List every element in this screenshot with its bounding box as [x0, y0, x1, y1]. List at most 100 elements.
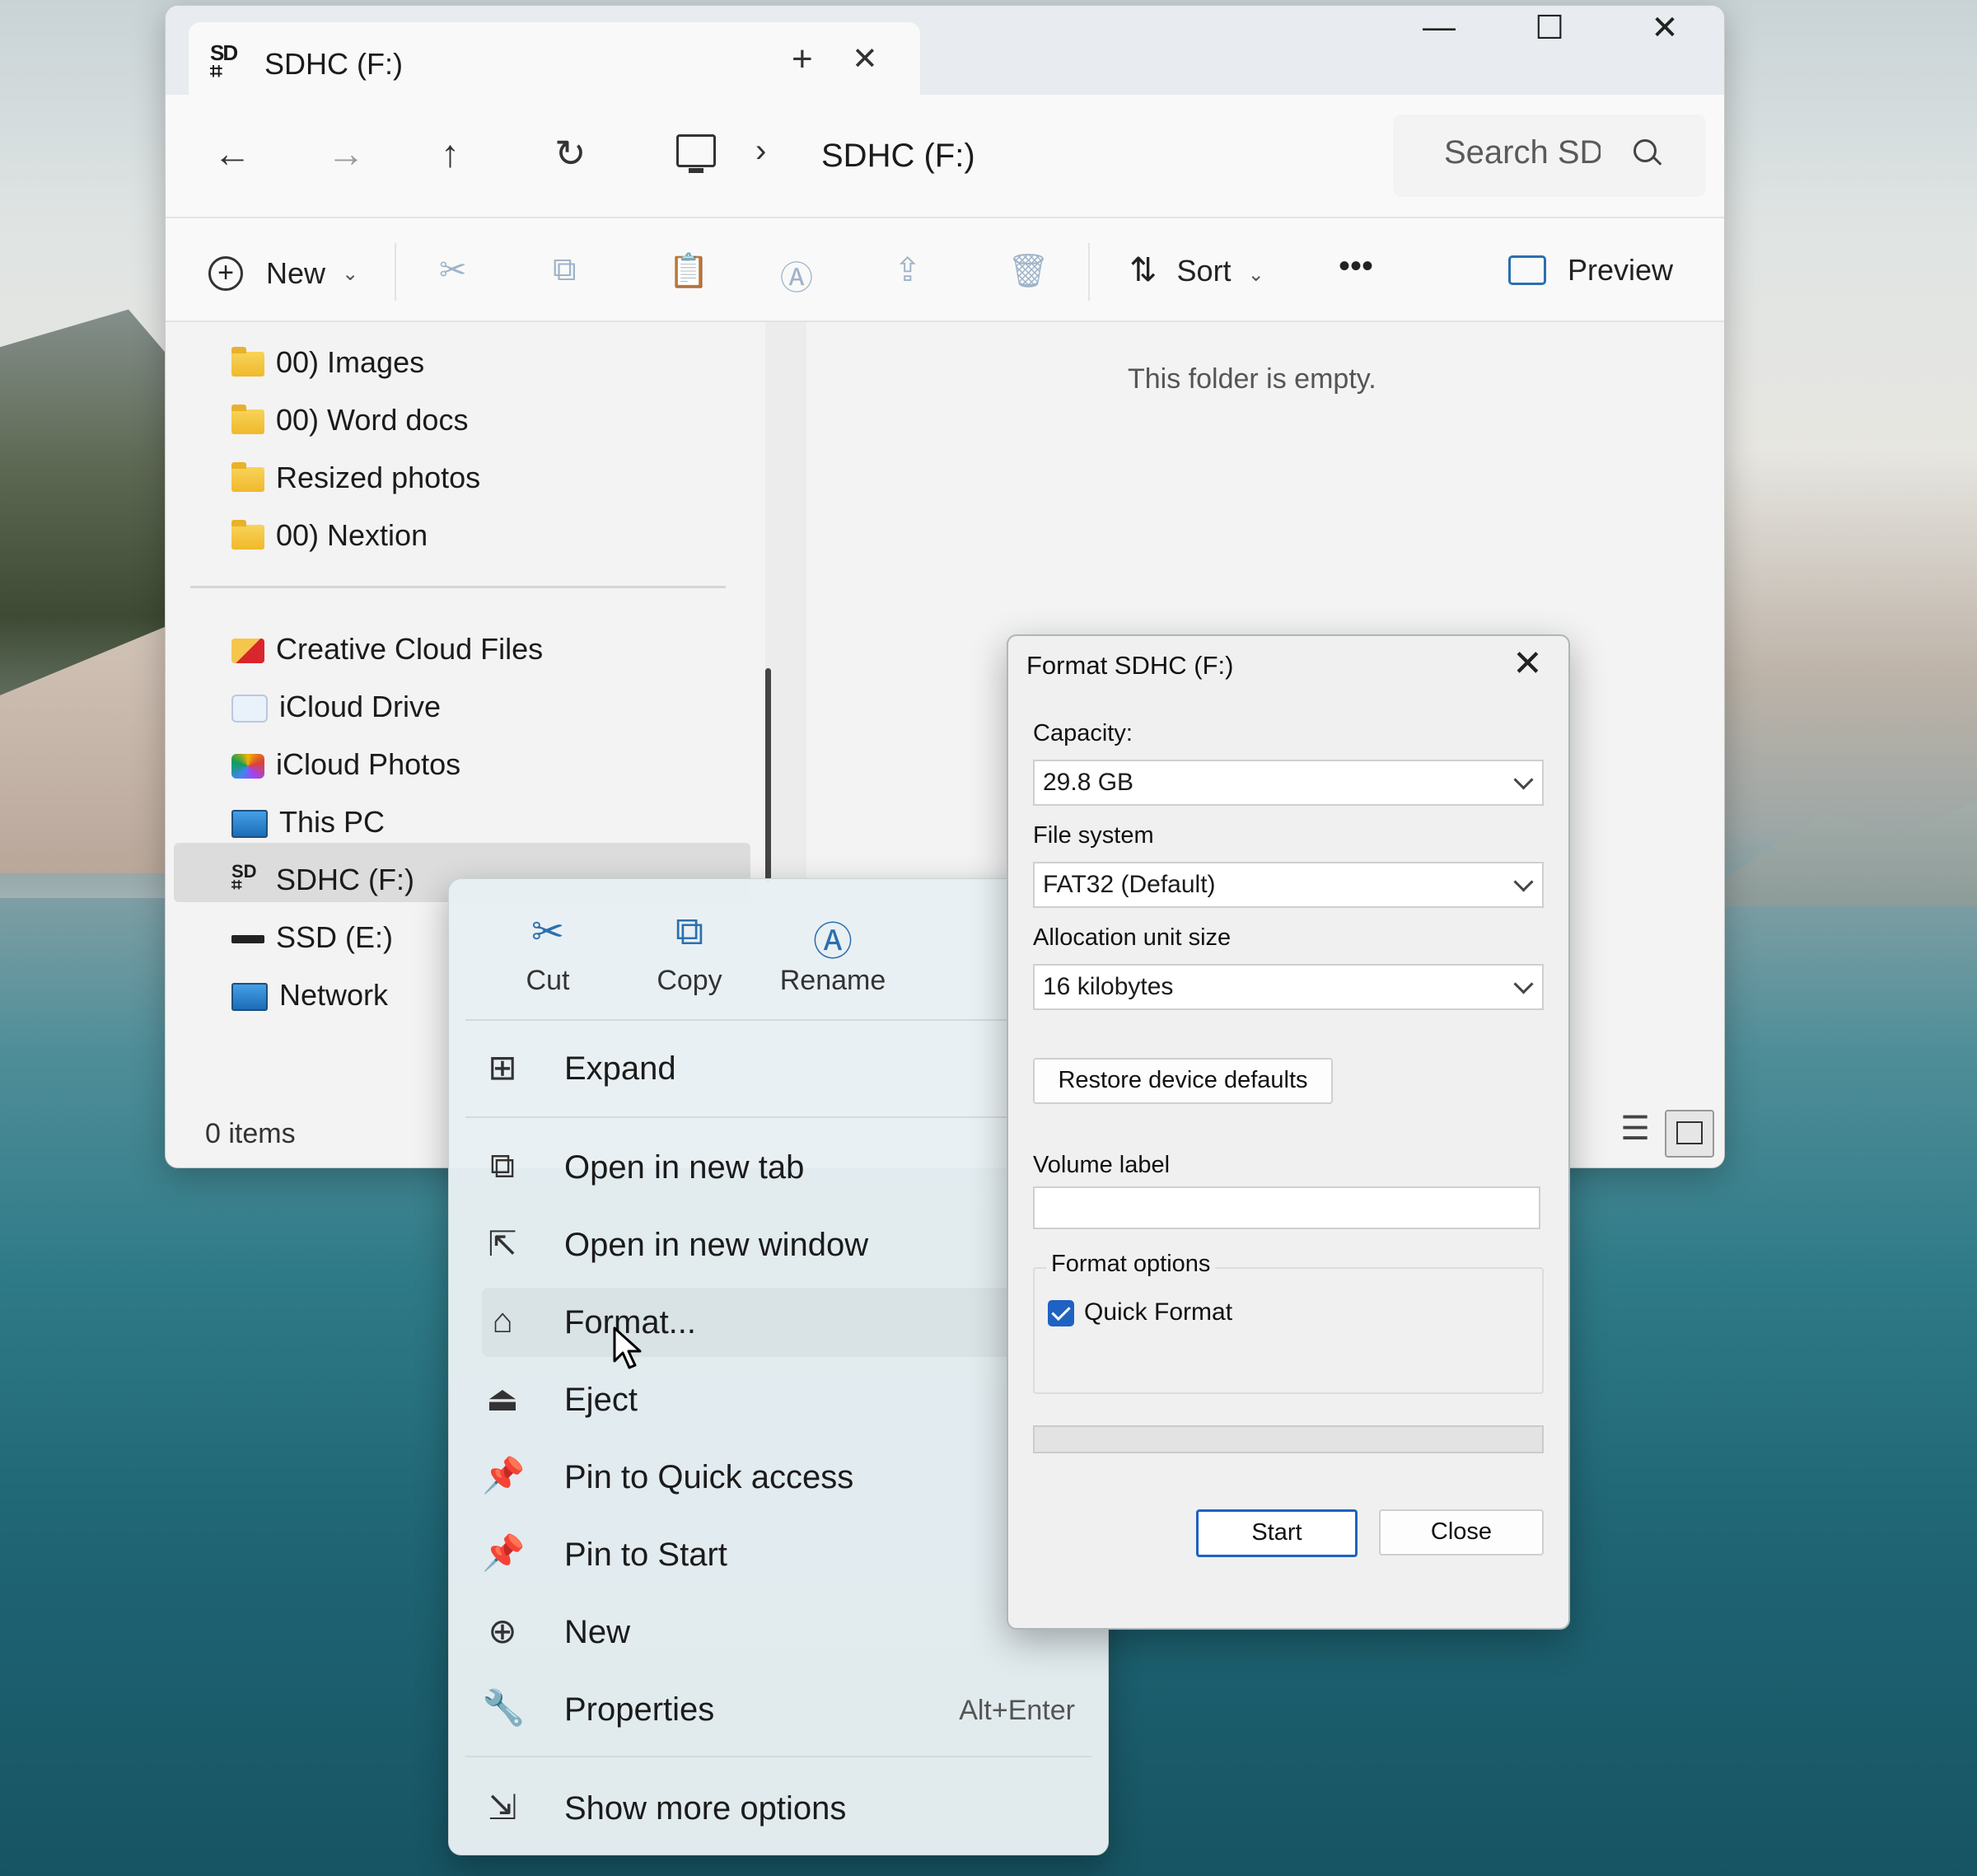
menu-item-label: Pin to Start — [564, 1537, 727, 1573]
tiles-view-icon[interactable] — [1665, 1110, 1714, 1158]
paste-icon[interactable]: 📋 — [668, 251, 709, 290]
menu-item-label: Show more options — [564, 1790, 847, 1827]
rename-icon[interactable]: Ⓐ — [780, 251, 813, 299]
tab-title: SDHC (F:) — [264, 47, 403, 81]
rename-icon: Ⓐ — [812, 920, 853, 964]
minimize-icon[interactable]: — — [1406, 9, 1472, 46]
menu-item-open-new-window[interactable]: ⇱ Open in new window — [482, 1210, 1075, 1280]
sidebar-item-network[interactable]: Network — [231, 971, 388, 1019]
search-icon[interactable] — [1633, 139, 1657, 162]
allocation-label: Allocation unit size — [1033, 924, 1232, 951]
menu-item-properties[interactable]: 🔧 Properties Alt+Enter — [482, 1675, 1075, 1744]
menu-separator — [465, 1756, 1091, 1757]
sidebar-item-creative-cloud[interactable]: Creative Cloud Files — [231, 625, 543, 673]
desktop-ridge — [1722, 801, 1977, 906]
menu-item-format[interactable]: ⌂ Format... — [482, 1288, 1075, 1357]
sidebar-item-ssd[interactable]: SSD (E:) — [231, 914, 393, 961]
icloud-drive-icon — [231, 695, 268, 723]
sidebar-item-label: SSD (E:) — [276, 920, 394, 954]
menu-item-new[interactable]: ⊕ New — [482, 1598, 1075, 1667]
copy-quick-action[interactable]: ⧉ Copy — [624, 909, 755, 997]
sidebar-item-sdhc[interactable]: SD ⌗ SDHC (F:) — [231, 856, 414, 904]
sidebar-item-label: 00) Word docs — [276, 403, 469, 437]
folder-icon — [231, 520, 264, 550]
sidebar-item-word-docs[interactable]: 00) Word docs — [231, 396, 468, 444]
sidebar-item-icloud-drive[interactable]: iCloud Drive — [231, 683, 441, 731]
menu-separator — [465, 1019, 1091, 1021]
dialog-close-icon[interactable]: ✕ — [1512, 643, 1543, 685]
close-window-icon[interactable]: ✕ — [1632, 9, 1698, 47]
sidebar-item-icloud-photos[interactable]: iCloud Photos — [231, 741, 460, 788]
search-box[interactable]: Search SD — [1393, 115, 1706, 197]
chevron-down-icon — [1513, 770, 1534, 790]
menu-item-label: Eject — [564, 1382, 638, 1418]
share-icon[interactable]: ⇪ — [894, 251, 922, 289]
details-view-icon[interactable]: ☰ — [1612, 1110, 1658, 1154]
sidebar-item-this-pc[interactable]: This PC — [231, 798, 385, 846]
tab-close-icon[interactable]: ✕ — [852, 40, 878, 77]
chevron-right-icon[interactable]: › — [755, 133, 766, 170]
chevron-down-icon: ⌄ — [1247, 264, 1264, 286]
dialog-title: Format SDHC (F:) — [1026, 651, 1234, 680]
sd-card-icon: SD ⌗ — [210, 40, 238, 83]
menu-item-show-more-options[interactable]: ⇲ Show more options — [482, 1774, 1075, 1843]
scrollbar-thumb[interactable] — [765, 668, 771, 882]
capacity-select[interactable]: 29.8 GB — [1033, 760, 1544, 806]
rename-quick-action[interactable]: Ⓐ Rename — [767, 909, 899, 997]
menu-item-eject[interactable]: ⏏ Eject — [482, 1365, 1075, 1434]
new-tab-icon[interactable]: + — [792, 39, 813, 80]
sidebar-item-images[interactable]: 00) Images — [231, 339, 424, 386]
allocation-value: 16 kilobytes — [1043, 973, 1174, 1000]
separator — [395, 243, 396, 301]
chevron-down-icon: ⌄ — [342, 262, 359, 285]
sidebar-item-label: Resized photos — [276, 461, 481, 494]
eject-icon: ⏏ — [486, 1379, 519, 1418]
sort-button[interactable]: ⇅ Sort ⌄ — [1129, 251, 1264, 289]
menu-item-expand[interactable]: ⊞ Expand — [482, 1034, 1075, 1103]
shortcut-label: Alt+Enter — [959, 1695, 1075, 1726]
sidebar-item-label: iCloud Photos — [276, 747, 461, 781]
menu-item-pin-start[interactable]: 📌 Pin to Start — [482, 1520, 1075, 1589]
sidebar-item-label: Network — [279, 978, 389, 1012]
search-input[interactable]: Search SD — [1444, 134, 1601, 171]
title-bar: SD ⌗ SDHC (F:) ✕ + — ☐ ✕ — [166, 6, 1724, 98]
quick-format-label[interactable]: Quick Format — [1084, 1298, 1232, 1326]
cut-icon[interactable]: ✂ — [439, 251, 467, 289]
menu-item-open-new-tab[interactable]: ⧉ Open in new tab — [482, 1133, 1075, 1202]
breadcrumb-sdhc[interactable]: SDHC (F:) — [821, 138, 975, 175]
allocation-select[interactable]: 16 kilobytes — [1033, 964, 1544, 1010]
quick-format-checkbox[interactable] — [1048, 1300, 1074, 1326]
menu-separator — [465, 1116, 1091, 1118]
close-button[interactable]: Close — [1379, 1509, 1544, 1556]
sidebar-item-resized-photos[interactable]: Resized photos — [231, 454, 480, 502]
maximize-icon[interactable]: ☐ — [1517, 9, 1582, 47]
new-tab-icon: ⧉ — [490, 1146, 515, 1185]
preview-button[interactable]: Preview — [1508, 251, 1673, 288]
sidebar-item-nextion[interactable]: 00) Nextion — [231, 512, 428, 559]
more-options-icon[interactable]: ••• — [1339, 248, 1373, 285]
delete-icon[interactable]: 🗑 — [1007, 251, 1049, 290]
this-pc-icon[interactable] — [676, 134, 716, 173]
sd-card-icon: SD ⌗ — [231, 861, 257, 896]
format-options-label: Format options — [1046, 1251, 1216, 1278]
mouse-cursor-icon — [613, 1326, 642, 1369]
refresh-icon[interactable]: ↻ — [554, 131, 587, 175]
capacity-label: Capacity: — [1033, 720, 1133, 746]
copy-icon[interactable]: ⧉ — [553, 251, 577, 288]
forward-arrow-icon[interactable]: → — [327, 131, 365, 175]
copy-icon: ⧉ — [675, 910, 704, 953]
start-button[interactable]: Start — [1196, 1509, 1358, 1557]
menu-item-pin-quick-access[interactable]: 📌 Pin to Quick access — [482, 1443, 1075, 1512]
file-system-label: File system — [1033, 822, 1154, 849]
new-button[interactable]: + New ⌄ — [208, 255, 359, 292]
volume-label-input[interactable] — [1033, 1186, 1540, 1229]
up-arrow-icon[interactable]: ↑ — [441, 131, 460, 175]
cut-quick-action[interactable]: ✂ Cut — [482, 909, 614, 997]
empty-folder-message: This folder is empty. — [1128, 363, 1376, 395]
separator — [1088, 243, 1090, 301]
back-arrow-icon[interactable]: ← — [213, 131, 251, 175]
format-dialog: Format SDHC (F:) ✕ Capacity: 29.8 GB Fil… — [1007, 634, 1570, 1630]
restore-defaults-button[interactable]: Restore device defaults — [1033, 1058, 1333, 1104]
sidebar-item-label: 00) Nextion — [276, 518, 428, 552]
file-system-select[interactable]: FAT32 (Default) — [1033, 862, 1544, 908]
